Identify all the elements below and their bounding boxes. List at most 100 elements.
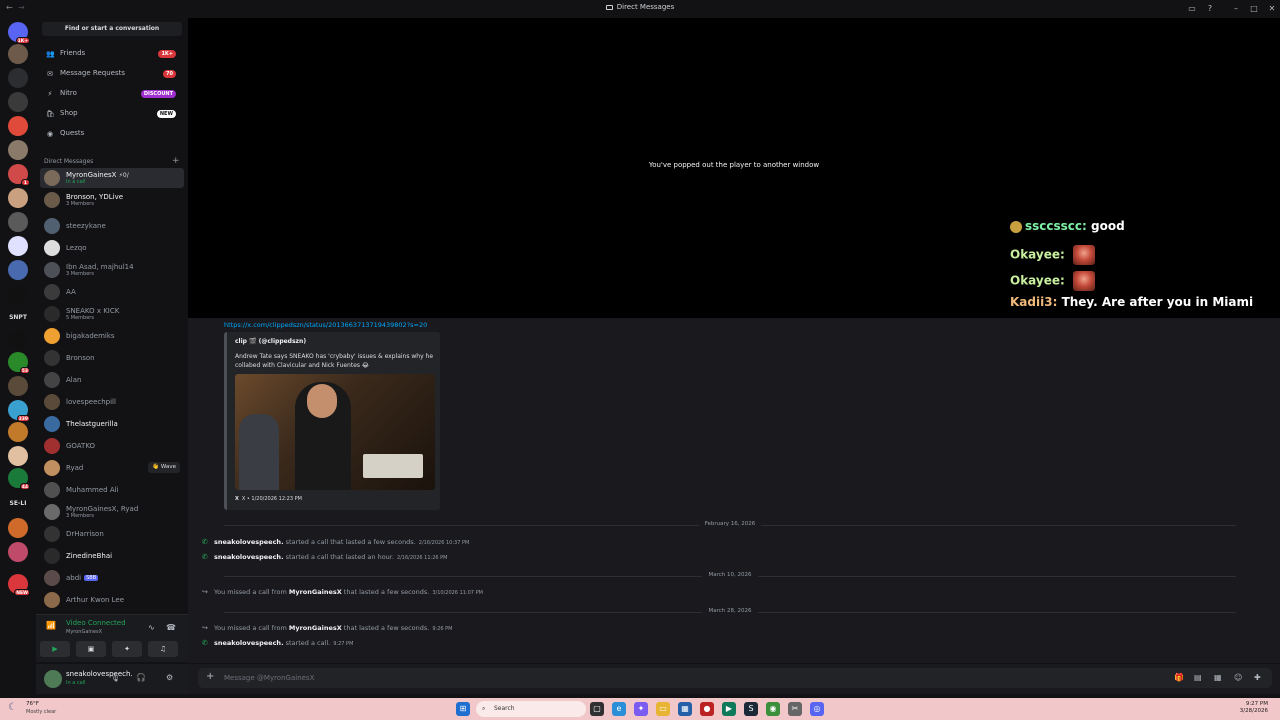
discord-home-icon[interactable]: 1K+ [8,22,30,44]
noise-suppression-icon[interactable]: ∿ [148,623,155,632]
dm-item[interactable]: DrHarrison [40,524,184,544]
dm-item[interactable]: Bronson [40,348,184,368]
emoji-icon[interactable]: ☺ [1234,673,1242,682]
dm-item[interactable]: Thelastguerilla [40,414,184,434]
headphones-icon[interactable]: 🎧 [136,673,146,682]
server-icon[interactable] [8,260,28,280]
find-conversation-button[interactable]: Find or start a conversation [42,22,182,36]
edge-browser-icon[interactable]: e [612,702,626,716]
server-icon[interactable] [8,542,28,562]
caller-name[interactable]: sneakolovespeech. [214,553,284,561]
disconnect-icon[interactable]: ☎ [166,623,176,632]
dm-item[interactable]: lovespeechpill [40,392,184,412]
server-icon[interactable] [8,92,28,112]
dm-item[interactable]: abdi SBB [40,568,184,588]
caller-name[interactable]: sneakolovespeech. [214,639,284,647]
microphone-icon[interactable]: 🎙 [110,673,120,682]
embed-author[interactable]: clip 🎬 (@clippedszn) [235,338,306,345]
copilot-icon[interactable]: ✦ [634,702,648,716]
nav-quests[interactable]: ◉ Quests [42,126,182,142]
weather-icon[interactable]: ☾ [8,702,17,713]
server-icon[interactable] [8,140,28,160]
dm-item[interactable]: Ryad 👋 Wave [40,458,184,478]
weather-temp[interactable]: 76°F [26,701,39,707]
server-icon[interactable] [8,188,28,208]
server-icon[interactable]: 1 [8,164,30,186]
soundboard-button[interactable]: ♫ [148,641,178,657]
store-icon[interactable]: ▦ [678,702,692,716]
nav-friends[interactable]: 👥 Friends 1K+ [42,46,182,62]
gift-icon[interactable]: 🎁 [1174,673,1184,682]
dm-item[interactable]: AA [40,282,184,302]
snipping-tool-icon[interactable]: ✂ [788,702,802,716]
caller-name[interactable]: MyronGainesX [289,624,342,632]
server-icon[interactable] [8,116,28,136]
dm-item[interactable]: ZinedineBhai [40,546,184,566]
inbox-icon[interactable]: ▭ [1184,2,1200,16]
embed-image[interactable] [235,374,435,490]
help-icon[interactable]: ? [1202,2,1218,16]
chrome-icon[interactable]: ◉ [766,702,780,716]
server-icon[interactable]: NEW [8,574,30,596]
apps-icon[interactable]: ✚ [1254,673,1261,682]
server-icon[interactable] [8,68,28,88]
gif-icon[interactable]: ▤ [1194,673,1202,682]
sticker-icon[interactable]: ▦ [1214,673,1222,682]
activities-button[interactable]: ✦ [112,641,142,657]
server-icon[interactable] [8,446,28,466]
dm-item[interactable]: Arthur Kwon Lee [40,590,184,610]
dm-item[interactable]: bigakademiks [40,326,184,346]
server-icon[interactable] [8,236,28,256]
voice-status[interactable]: Video Connected [66,619,126,627]
dm-item[interactable]: Lezqo [40,238,184,258]
dm-item[interactable]: Muhammed Ali [40,480,184,500]
steam-icon[interactable]: S [744,702,758,716]
create-dm-icon[interactable]: + [172,156,180,166]
server-icon[interactable] [8,330,28,350]
caller-name[interactable]: sneakolovespeech. [214,538,284,546]
close-button[interactable]: ✕ [1264,2,1280,16]
video-player[interactable]: You've popped out the player to another … [188,18,1280,416]
task-view-icon[interactable]: ▢ [590,702,604,716]
server-label-snpt[interactable]: SNPT [4,314,32,321]
nav-nitro[interactable]: ⚡ Nitro DISCOUNT [42,86,182,102]
attach-plus-icon[interactable]: + [206,671,214,682]
caller-name[interactable]: MyronGainesX [289,588,342,596]
wave-button[interactable]: 👋 Wave [148,462,180,473]
server-icon[interactable] [8,422,28,442]
server-icon[interactable] [8,376,28,396]
dm-item[interactable]: MyronGainesX ⚡0/In a call [40,168,184,188]
nav-message-requests[interactable]: ✉ Message Requests 70 [42,66,182,82]
discord-taskbar-icon[interactable]: ◎ [810,702,824,716]
dm-item[interactable]: steezykane [40,216,184,236]
dm-item[interactable]: Bronson, YDLive 3 Members [40,190,184,210]
settings-gear-icon[interactable]: ⚙ [166,673,173,682]
server-label-seli[interactable]: SE-LI [4,500,32,507]
server-icon[interactable]: 44 [8,468,30,490]
start-button-icon[interactable]: ⊞ [456,702,470,716]
dm-item[interactable]: SNEAKO x KICK 5 Members [40,304,184,324]
server-icon[interactable] [8,518,28,538]
app-green-icon[interactable]: ▶ [722,702,736,716]
taskbar-clock[interactable]: 9:27 PM 3/28/2026 [1240,701,1268,715]
dm-item[interactable]: Ibn Asad, majhul14 3 Members [40,260,184,280]
dm-item[interactable]: GOATKO [40,436,184,456]
server-icon[interactable] [8,284,28,304]
message-link[interactable]: https://x.com/clippedszn/status/20136637… [224,321,427,329]
minimize-button[interactable]: – [1228,2,1244,16]
link-embed[interactable]: clip 🎬 (@clippedszn) Andrew Tate says SN… [224,332,440,510]
server-icon[interactable]: 339 [8,400,30,422]
maximize-button[interactable]: □ [1246,2,1262,16]
nav-shop[interactable]: 🛍 Shop NEW [42,106,182,122]
server-icon[interactable] [8,212,28,232]
taskbar-search[interactable]: ⌕ Search [476,701,586,717]
app-red-icon[interactable]: ● [700,702,714,716]
screen-share-button[interactable]: ▣ [76,641,106,657]
server-icon[interactable]: 53 [8,352,30,374]
server-icon[interactable] [8,44,28,64]
avatar[interactable] [44,670,62,688]
file-explorer-icon[interactable]: ▭ [656,702,670,716]
message-input[interactable] [224,672,1024,684]
username[interactable]: sneakolovespeech. [66,670,133,678]
dm-item[interactable]: Alan [40,370,184,390]
